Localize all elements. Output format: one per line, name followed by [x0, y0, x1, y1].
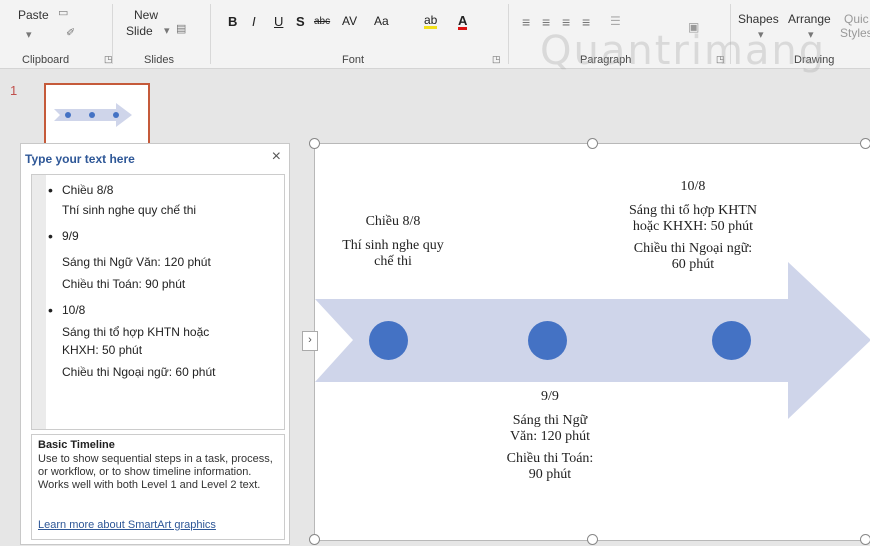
highlight-icon[interactable]: ab [424, 14, 438, 29]
timeline-label-top-left[interactable]: Chiều 8/8 Thí sinh nghe quy chế thi [323, 214, 463, 270]
resize-handle[interactable] [309, 534, 320, 545]
char-spacing-button[interactable]: AV [342, 14, 357, 28]
cut-icon[interactable]: ▭ [58, 6, 68, 19]
resize-handle[interactable] [587, 138, 598, 149]
timeline-node[interactable] [712, 321, 751, 360]
underline-button[interactable]: U [274, 14, 283, 29]
font-label: Font [342, 54, 365, 66]
list-item[interactable]: Sáng thi tổ hợp KHTN hoặc [62, 325, 209, 339]
slides-group: New Slide ▾ ▤ Slides [112, 0, 210, 68]
paste-button[interactable]: Paste [18, 8, 49, 22]
slide-thumbnails-pane: 1 [0, 69, 172, 149]
italic-button[interactable]: I [252, 14, 256, 29]
change-case-button[interactable]: Aa [374, 14, 389, 28]
layout-icon[interactable]: ▤ [176, 22, 186, 35]
text-pane-list[interactable]: Chiều 8/8 Thí sinh nghe quy chế thi 9/9 … [31, 174, 285, 430]
text-pane-toggle[interactable]: › [302, 331, 318, 351]
smartart-text-pane: Type your text here × Chiều 8/8 Thí sinh… [20, 143, 290, 545]
timeline-label-bottom-mid[interactable]: 9/9 Sáng thi Ngữ Văn: 120 phút Chiều thi… [475, 389, 625, 483]
format-painter-icon[interactable]: ✐ [66, 26, 75, 39]
font-launcher-icon[interactable]: ◳ [492, 54, 501, 65]
arrange-button[interactable]: Arrange [788, 12, 831, 26]
quick-styles-button[interactable]: Quic [844, 12, 869, 26]
scrollbar[interactable] [32, 175, 46, 429]
list-item[interactable]: Sáng thi Ngữ Văn: 120 phút [62, 255, 211, 269]
thumbnail-preview [54, 103, 132, 127]
label-heading: Chiều 8/8 [365, 214, 421, 229]
timeline-label-top-right[interactable]: 10/8 Sáng thi tổ hợp KHTN hoặc KHXH: 50 … [600, 179, 786, 273]
new-slide-button[interactable]: New [134, 8, 158, 22]
list-item[interactable]: 9/9 [48, 228, 78, 244]
learn-more-link[interactable]: Learn more about SmartArt graphics [38, 519, 216, 531]
align-left-icon[interactable]: ≡ [522, 14, 530, 30]
strikethrough-button[interactable]: abc [314, 16, 330, 27]
label-text: Chiều thi Ngoại ngữ: [633, 241, 753, 256]
label-text: 90 phút [528, 467, 572, 482]
layout-description-text: Use to show sequential steps in a task, … [38, 453, 273, 491]
list-item[interactable]: Thí sinh nghe quy chế thi [62, 203, 196, 217]
label-text: chế thi [374, 254, 412, 269]
bold-button[interactable]: B [228, 14, 237, 29]
slide-canvas[interactable]: Chiều 8/8 Thí sinh nghe quy chế thi 10/8… [314, 143, 870, 541]
chevron-down-icon[interactable]: ▾ [26, 28, 32, 41]
ribbon: Paste ▾ ▭ ✐ Clipboard ◳ New Slide ▾ ▤ Sl… [0, 0, 870, 74]
shapes-button[interactable]: Shapes [738, 12, 779, 26]
columns-icon[interactable]: ☰ [610, 14, 621, 28]
layout-description: Basic Timeline Use to show sequential st… [31, 434, 285, 540]
layout-name: Basic Timeline [38, 439, 115, 451]
resize-handle[interactable] [587, 534, 598, 545]
label-text: 60 phút [671, 257, 715, 272]
watermark-logo: Quantrimang [540, 28, 827, 74]
text-pane-title: Type your text here [25, 152, 135, 166]
slides-label: Slides [144, 54, 174, 66]
list-item[interactable]: 10/8 [48, 302, 86, 318]
font-group: B I U S abc AV Aa ab A Font ◳ [210, 0, 506, 68]
label-heading: 9/9 [541, 389, 559, 404]
list-item[interactable]: Chiều thi Toán: 90 phút [62, 277, 185, 291]
label-text: Sáng thi Ngữ [512, 413, 588, 428]
quick-styles-label: Styles [840, 26, 870, 40]
slide-number: 1 [10, 83, 18, 98]
list-item[interactable]: Chiều 8/8 [48, 182, 113, 198]
clipboard-group: Paste ▾ ▭ ✐ Clipboard ◳ [0, 0, 113, 68]
label-text: Chiều thi Toán: [506, 451, 594, 466]
shadow-button[interactable]: S [296, 14, 305, 29]
timeline-node[interactable] [369, 321, 408, 360]
label-text: Sáng thi tổ hợp KHTN [629, 203, 757, 218]
label-text: Văn: 120 phút [509, 429, 591, 444]
list-item[interactable]: KHXH: 50 phút [62, 343, 142, 357]
timeline-node[interactable] [528, 321, 567, 360]
new-slide-label[interactable]: Slide [126, 24, 153, 38]
list-item[interactable]: Chiều thi Ngoại ngữ: 60 phút [62, 365, 215, 379]
resize-handle[interactable] [860, 138, 870, 149]
resize-handle[interactable] [309, 138, 320, 149]
clipboard-label: Clipboard [22, 54, 70, 66]
label-heading: 10/8 [680, 179, 706, 194]
label-text: Thí sinh nghe quy [342, 238, 444, 253]
chevron-down-icon[interactable]: ▾ [164, 24, 170, 37]
label-text: hoặc KHXH: 50 phút [632, 219, 754, 234]
slide-thumbnail[interactable] [44, 83, 150, 147]
close-icon[interactable]: × [272, 148, 281, 166]
resize-handle[interactable] [860, 534, 870, 545]
font-color-icon[interactable]: A [458, 14, 468, 30]
